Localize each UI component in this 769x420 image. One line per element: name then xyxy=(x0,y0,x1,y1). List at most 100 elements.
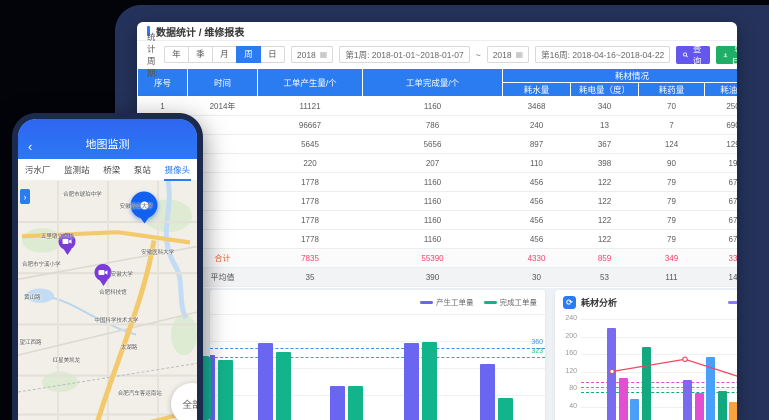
cell-value: 67 xyxy=(705,230,738,249)
export-icon xyxy=(723,51,728,59)
table-row[interactable]: 177811604561227967 xyxy=(138,173,738,192)
cell-value: 13 xyxy=(571,116,639,135)
map-poi-label: 五里墩立交桥 xyxy=(41,232,74,240)
cell-value: 220 xyxy=(258,154,363,173)
dashboard-window: 数据统计 / 维修报表 统计周期: 年季月周日 2018 ▦ 第1周: 2018… xyxy=(137,22,737,420)
sub-column-header: 耗水量 xyxy=(503,83,571,97)
cell-value: 14 xyxy=(705,268,738,287)
bar xyxy=(258,343,273,420)
phone-tab[interactable]: 摄像头 xyxy=(164,160,192,180)
map-poi-label: 红星美凯龙 xyxy=(53,356,81,364)
year-start-select[interactable]: 2018 ▦ xyxy=(291,46,333,63)
cell-value: 390 xyxy=(363,268,503,287)
bar xyxy=(498,398,513,420)
bar xyxy=(330,386,345,420)
table-row[interactable]: 56455656897367124129 xyxy=(138,135,738,154)
period-option[interactable]: 季 xyxy=(188,46,213,63)
cell-value: 19 xyxy=(705,154,738,173)
cell-value: 207 xyxy=(363,154,503,173)
legend-swatch xyxy=(728,301,737,304)
column-header: 耗材情况 xyxy=(503,69,738,83)
consumables-chart-plot: 2402001601208040 xyxy=(555,290,737,420)
query-button[interactable]: 查询 xyxy=(676,46,710,64)
column-header: 工单产生量/个 xyxy=(258,69,363,97)
cell-value: 111 xyxy=(639,268,705,287)
calendar-icon: ▦ xyxy=(320,50,328,59)
cell-value: 456 xyxy=(503,211,571,230)
cell-value: 67 xyxy=(705,211,738,230)
cell-value: 7835 xyxy=(258,249,363,268)
table-row[interactable]: 12014年111211160346834070250 xyxy=(138,97,738,116)
breadcrumb: 数据统计 / 维修报表 xyxy=(137,22,737,41)
map-tiles xyxy=(18,181,197,420)
export-excel-button[interactable]: 导出Excel xyxy=(716,46,737,64)
calendar-icon: ▦ xyxy=(516,50,524,59)
bar xyxy=(348,386,363,420)
phone-tab[interactable]: 桥梁 xyxy=(102,160,121,180)
map-poi-label: 合肥汽车客运南站 xyxy=(118,389,162,397)
header-row: 序号时间工单产生量/个工单完成量/个耗材情况 xyxy=(138,69,738,83)
filter-bar: 统计周期: 年季月周日 2018 ▦ 第1周: 2018-01-01~2018-… xyxy=(137,41,737,68)
cell-value: 786 xyxy=(363,116,503,135)
cell-value: 859 xyxy=(571,249,639,268)
cell-value: 110 xyxy=(503,154,571,173)
bar xyxy=(480,364,495,420)
cell-value: 7 xyxy=(639,116,705,135)
cell-value: 5656 xyxy=(363,135,503,154)
camera-marker[interactable] xyxy=(95,264,112,290)
cell-value: 124 xyxy=(639,135,705,154)
gridline xyxy=(210,314,545,315)
table-row[interactable]: 2202071103989019 xyxy=(138,154,738,173)
map-poi-label: 合肥科技馆 xyxy=(99,288,127,296)
year-end-value: 2018 xyxy=(493,50,512,60)
cell-value: 456 xyxy=(503,192,571,211)
sub-column-header: 耗药量 xyxy=(639,83,705,97)
table-row[interactable]: 177811604561227967 xyxy=(138,230,738,249)
period-option[interactable]: 年 xyxy=(164,46,189,63)
camera-icon xyxy=(99,269,108,276)
phone-tab[interactable]: 泵站 xyxy=(133,160,152,180)
period-option[interactable]: 周 xyxy=(236,46,261,63)
reference-line-label: 323 xyxy=(531,348,543,355)
map-poi-label: 黄山路 xyxy=(24,293,41,301)
cell-time: 2014年 xyxy=(188,97,258,116)
cell-value: 3468 xyxy=(503,97,571,116)
charts-section: 产生工单量完成工单量 360323 ⟳ 耗材分析 240200160120804… xyxy=(137,288,737,420)
cell-value: 35 xyxy=(258,268,363,287)
cell-value: 1778 xyxy=(258,173,363,192)
phone-tab[interactable]: 监测站 xyxy=(63,160,91,180)
cell-value: 30 xyxy=(503,268,571,287)
cell-value: 1160 xyxy=(363,173,503,192)
cell-value: 122 xyxy=(571,230,639,249)
cell-value: 367 xyxy=(571,135,639,154)
column-header: 工单完成量/个 xyxy=(363,69,503,97)
period-option[interactable]: 月 xyxy=(212,46,237,63)
export-label: 导出Excel xyxy=(731,44,737,66)
phone-tab[interactable]: 污水厂 xyxy=(24,160,52,180)
table-row[interactable]: 177811604561227967 xyxy=(138,192,738,211)
table-row[interactable]: 177811604561227967 xyxy=(138,211,738,230)
trend-line xyxy=(555,290,737,420)
cell-value: 1778 xyxy=(258,211,363,230)
year-end-select[interactable]: 2018 ▦ xyxy=(487,46,529,63)
period-option[interactable]: 日 xyxy=(260,46,285,63)
report-table-head: 序号时间工单产生量/个工单完成量/个耗材情况耗水量耗电量（度）耗药量耗油量 xyxy=(138,69,738,97)
map-view[interactable]: › xyxy=(18,181,197,420)
phone-tab-bar: 污水厂监测站桥梁泵站摄像头 xyxy=(18,159,197,181)
cell-value: 1160 xyxy=(363,211,503,230)
consumables-chart-card: ⟳ 耗材分析 2402001601208040 xyxy=(555,290,737,420)
workorder-chart-plot: 360323 xyxy=(210,290,545,420)
map-expander[interactable]: › xyxy=(20,189,30,204)
cell-value: 240 xyxy=(503,116,571,135)
map-poi-label: 太湖路 xyxy=(121,343,138,351)
query-label: 查询 xyxy=(692,43,703,67)
table-row[interactable]: 96667786240137690 xyxy=(138,116,738,135)
back-icon[interactable]: ‹ xyxy=(28,140,32,153)
column-header: 序号 xyxy=(138,69,188,97)
cell-value: 53 xyxy=(571,268,639,287)
week-end-field[interactable]: 第16周: 2018-04-16~2018-04-22 xyxy=(535,46,670,63)
report-table-body: 12014年1112111603468340702509666778624013… xyxy=(138,97,738,287)
cell-value: 67 xyxy=(705,192,738,211)
week-start-field[interactable]: 第1周: 2018-01-01~2018-01-07 xyxy=(339,46,469,63)
cell-value: 340 xyxy=(571,97,639,116)
